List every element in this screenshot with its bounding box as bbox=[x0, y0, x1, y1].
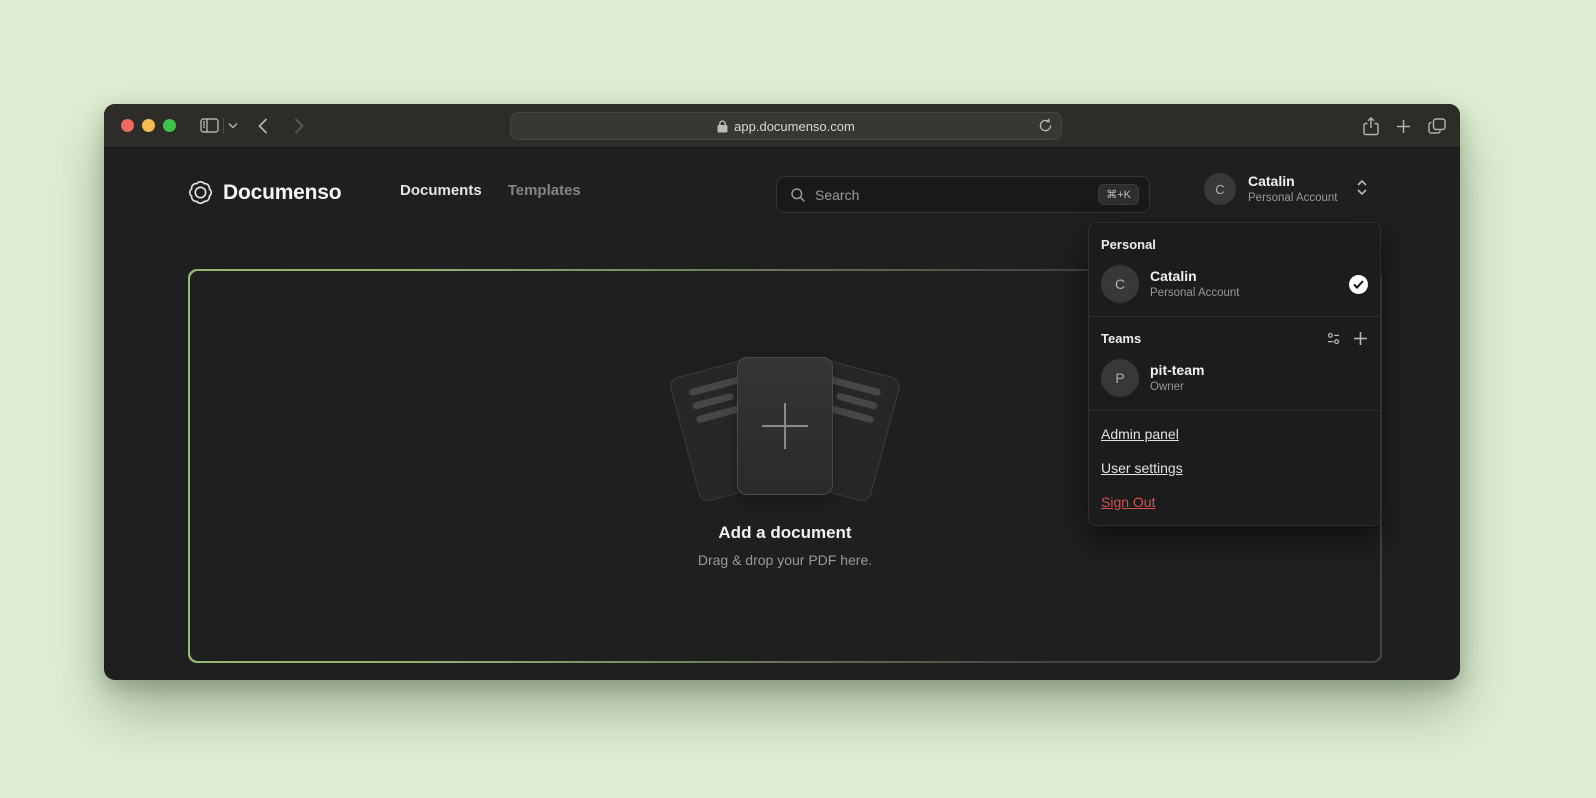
menu-item-sign-out[interactable]: Sign Out bbox=[1089, 485, 1380, 519]
desktop: app.documenso.com bbox=[0, 0, 1596, 798]
teams-heading-label: Teams bbox=[1101, 331, 1141, 346]
avatar: C bbox=[1204, 173, 1236, 205]
browser-window: app.documenso.com bbox=[104, 104, 1460, 680]
brand-name: Documenso bbox=[223, 181, 341, 205]
chevron-up-down-icon bbox=[1356, 179, 1368, 199]
address-bar-url: app.documenso.com bbox=[734, 119, 855, 134]
back-button-icon[interactable] bbox=[258, 118, 268, 134]
primary-nav: Documents Templates bbox=[400, 182, 581, 199]
add-document-card[interactable] bbox=[737, 357, 833, 495]
sidebar-chevron-down-icon[interactable] bbox=[228, 122, 238, 129]
nav-templates[interactable]: Templates bbox=[508, 182, 581, 199]
personal-account-subtitle: Personal Account bbox=[1150, 286, 1338, 300]
text-line bbox=[688, 375, 744, 396]
brand[interactable]: Documenso bbox=[188, 180, 341, 205]
menu-divider bbox=[1089, 316, 1380, 317]
nav-documents[interactable]: Documents bbox=[400, 182, 482, 199]
account-subtitle: Personal Account bbox=[1248, 191, 1338, 205]
new-tab-plus-icon[interactable] bbox=[1396, 119, 1411, 134]
account-name: Catalin bbox=[1248, 173, 1338, 191]
search-icon bbox=[790, 187, 806, 203]
personal-section-heading: Personal bbox=[1089, 229, 1380, 258]
search-input[interactable] bbox=[815, 187, 1098, 203]
menu-item-user-settings[interactable]: User settings bbox=[1089, 451, 1380, 485]
forward-button-icon[interactable] bbox=[294, 118, 304, 134]
close-window-button[interactable] bbox=[121, 119, 134, 132]
teams-section-heading: Teams bbox=[1089, 323, 1380, 352]
window-controls bbox=[104, 119, 176, 132]
plus-icon bbox=[762, 403, 808, 449]
dropzone-title: Add a document bbox=[190, 523, 1380, 543]
manage-teams-sliders-icon[interactable] bbox=[1326, 331, 1341, 346]
toolbar-right-actions bbox=[1363, 104, 1446, 148]
search-shortcut-badge: ⌘+K bbox=[1098, 184, 1139, 205]
personal-account-item[interactable]: C Catalin Personal Account bbox=[1089, 258, 1380, 310]
team-avatar: P bbox=[1101, 359, 1139, 397]
browser-toolbar: app.documenso.com bbox=[104, 104, 1460, 148]
sidebar-toggle-icon[interactable] bbox=[200, 118, 219, 133]
text-line bbox=[826, 375, 882, 396]
account-menu-button[interactable]: C Catalin Personal Account bbox=[1204, 173, 1368, 205]
toolbar-divider bbox=[223, 118, 224, 134]
create-team-plus-icon[interactable] bbox=[1353, 331, 1368, 346]
menu-divider bbox=[1089, 410, 1380, 411]
personal-account-name: Catalin bbox=[1150, 268, 1338, 286]
documenso-logo-icon bbox=[188, 180, 213, 205]
address-bar[interactable]: app.documenso.com bbox=[510, 112, 1062, 140]
team-role: Owner bbox=[1150, 380, 1368, 394]
tls-lock-icon bbox=[717, 120, 728, 133]
team-item[interactable]: P pit-team Owner bbox=[1089, 352, 1380, 404]
menu-item-admin-panel[interactable]: Admin panel bbox=[1089, 417, 1380, 451]
minimize-window-button[interactable] bbox=[142, 119, 155, 132]
selected-check-icon bbox=[1349, 275, 1368, 294]
avatar: C bbox=[1101, 265, 1139, 303]
search-bar[interactable]: ⌘+K bbox=[776, 176, 1150, 213]
reload-icon[interactable] bbox=[1039, 118, 1052, 136]
team-name: pit-team bbox=[1150, 362, 1368, 380]
share-icon[interactable] bbox=[1363, 117, 1379, 136]
personal-heading-label: Personal bbox=[1101, 237, 1156, 252]
zoom-window-button[interactable] bbox=[163, 119, 176, 132]
tab-overview-icon[interactable] bbox=[1428, 118, 1446, 134]
dropzone-subtitle: Drag & drop your PDF here. bbox=[190, 552, 1380, 568]
document-stack-illustration bbox=[665, 353, 905, 505]
account-dropdown-menu: Personal C Catalin Personal Account Team… bbox=[1088, 222, 1381, 526]
